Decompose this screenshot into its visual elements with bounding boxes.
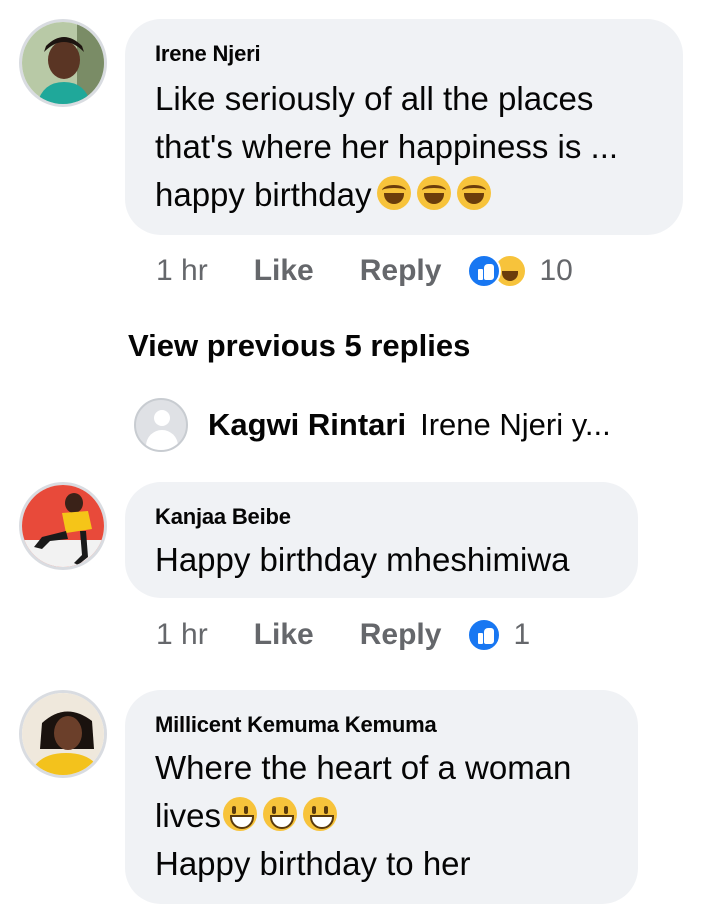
avatar-photo-icon xyxy=(22,693,104,775)
comment-text-line: lives xyxy=(155,797,222,834)
reply-button[interactable]: Reply xyxy=(360,254,442,288)
like-reaction-icon xyxy=(467,254,502,288)
avatar[interactable] xyxy=(19,690,107,778)
comment-text-line: Happy birthday mheshimiwa xyxy=(155,541,570,578)
reply-button[interactable]: Reply xyxy=(360,618,442,652)
comment-actions: 1 hr Like Reply 10 xyxy=(156,254,573,288)
laughing-emoji-icon xyxy=(417,176,452,210)
comment-bubble: Irene Njeri Like seriously of all the pl… xyxy=(125,19,683,235)
comment-text-line-with-emoji: lives xyxy=(155,792,608,840)
comment-bubble: Millicent Kemuma Kemuma Where the heart … xyxy=(125,690,638,904)
comment-author[interactable]: Millicent Kemuma Kemuma xyxy=(155,712,608,738)
comment-text-line: Where the heart of a woman xyxy=(155,749,572,786)
smiley-emoji-icon xyxy=(303,797,338,831)
comment-text-line: happy birthday xyxy=(155,176,372,213)
laughing-emoji-icon xyxy=(377,176,412,210)
comment-author[interactable]: Kanjaa Beibe xyxy=(155,504,608,530)
comment-time[interactable]: 1 hr xyxy=(156,254,208,288)
smiley-emoji-icon xyxy=(263,797,298,831)
smiley-emoji-icon xyxy=(223,797,258,831)
reply-preview[interactable]: Kagwi Rintari Irene Njeri y... xyxy=(134,398,611,452)
comment-author[interactable]: Irene Njeri xyxy=(155,41,653,67)
like-button[interactable]: Like xyxy=(254,618,314,652)
avatar-photo-icon xyxy=(22,485,104,567)
comment-text-line: Like seriously of all the places xyxy=(155,80,594,117)
laughing-emoji-icon xyxy=(457,176,492,210)
reply-author[interactable]: Kagwi Rintari xyxy=(208,407,406,443)
comment-actions: 1 hr Like Reply 1 xyxy=(156,618,530,652)
reaction-summary[interactable]: 10 xyxy=(467,254,573,288)
like-reaction-icon xyxy=(467,618,502,652)
comment-bubble: Kanjaa Beibe Happy birthday mheshimiwa xyxy=(125,482,638,598)
view-previous-replies-link[interactable]: View previous 5 replies xyxy=(128,328,470,364)
comment-text-line-with-emoji: happy birthday xyxy=(155,171,653,219)
avatar-photo-icon xyxy=(22,22,104,104)
reaction-summary[interactable]: 1 xyxy=(467,618,530,652)
comment-time[interactable]: 1 hr xyxy=(156,618,208,652)
comment-text-line: Happy birthday to her xyxy=(155,845,471,882)
avatar[interactable] xyxy=(19,482,107,570)
reaction-count: 10 xyxy=(539,254,573,287)
reaction-count: 1 xyxy=(513,618,531,651)
reply-snippet: Irene Njeri y... xyxy=(420,407,611,442)
default-avatar-icon xyxy=(134,398,188,452)
comment-text-line: that's where her happiness is ... xyxy=(155,128,619,165)
avatar[interactable] xyxy=(19,19,107,107)
like-button[interactable]: Like xyxy=(254,254,314,288)
